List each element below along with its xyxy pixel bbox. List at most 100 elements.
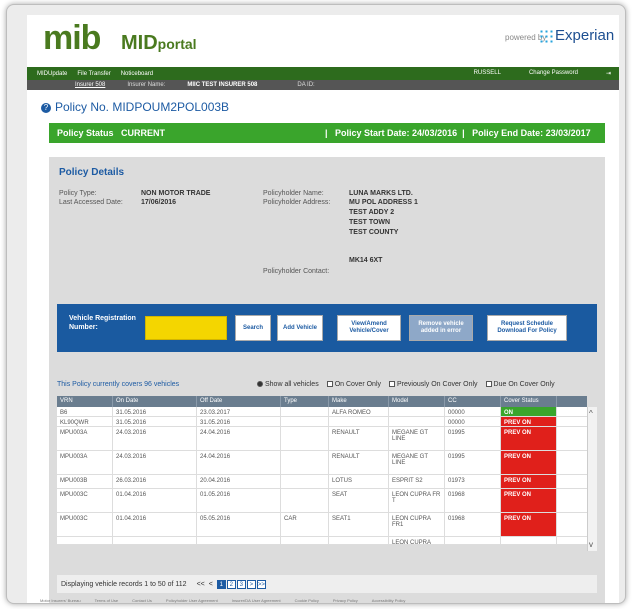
browser-frame: mib MIDportal powered by Experian MIDUpd… <box>6 4 626 604</box>
portal-page: mib MIDportal powered by Experian MIDUpd… <box>27 15 619 603</box>
request-schedule-button[interactable]: Request Schedule Download For Policy <box>487 315 567 341</box>
table-scrollbar[interactable]: ^ v <box>587 407 597 551</box>
cover-status-badge: PREV ON <box>501 489 557 512</box>
vehicle-search-panel: Vehicle Registration Number: Search Add … <box>57 304 597 352</box>
column-header[interactable]: Cover Status <box>501 396 557 407</box>
table-cell <box>281 451 329 474</box>
holder-contact-label: Policyholder Contact: <box>263 268 330 275</box>
footer-link[interactable]: Cookie Policy <box>295 598 319 603</box>
table-cell: ALFA ROMEO <box>329 407 389 416</box>
table-cell: MEGANE GT LINE <box>389 427 445 450</box>
experian-logo: Experian <box>539 27 614 44</box>
filter-on-cover[interactable]: On Cover Only <box>326 381 381 388</box>
footer-link[interactable]: Motor Insurers' Bureau <box>40 598 81 603</box>
footer-link[interactable]: Terms of Use <box>95 598 119 603</box>
policy-type-value: NON MOTOR TRADE <box>141 190 211 197</box>
table-cell: 00000 <box>445 407 501 416</box>
table-row[interactable]: B6 31.05.2016 23.03.2017 ALFA ROMEO 00000 ON <box>57 407 587 417</box>
table-row[interactable]: MPU003A 24.03.2016 24.04.2016 RENAULT MEGANE… <box>57 451 587 475</box>
filter-prev-cover-label: Previously On Cover Only <box>397 381 478 388</box>
cover-status-badge: PREV ON <box>501 451 557 474</box>
table-cell: 31.05.2016 <box>197 417 281 426</box>
last-accessed-label: Last Accessed Date: <box>59 199 123 206</box>
table-row[interactable]: MPU003A 24.03.2016 24.04.2016 RENAULT MEGANE… <box>57 427 587 451</box>
column-header[interactable]: CC <box>445 396 501 407</box>
table-cell <box>329 417 389 426</box>
table-cell: MPU003C <box>57 513 113 536</box>
table-row[interactable]: MPU003C 01.04.2016 01.05.2016 SEAT LEON CUPR… <box>57 489 587 513</box>
filter-due-cover[interactable]: Due On Cover Only <box>485 381 555 388</box>
filter-prev-cover[interactable]: Previously On Cover Only <box>389 381 478 388</box>
nav-item-file-transfer[interactable]: File Transfer <box>77 71 110 77</box>
table-cell: SEAT <box>329 489 389 512</box>
footer-link[interactable]: Accessibility Policy <box>372 598 406 603</box>
holder-address-line-3: TEST TOWN <box>349 219 391 226</box>
scroll-up-icon[interactable]: ^ <box>589 409 593 418</box>
help-icon[interactable]: ? <box>41 102 51 113</box>
holder-address-line-2: TEST ADDY 2 <box>349 209 395 216</box>
holder-address-label: Policyholder Address: <box>263 199 331 206</box>
table-row[interactable]: KL90QWR 31.05.2016 31.05.2016 00000 PREV ON <box>57 417 587 427</box>
pager-page-2[interactable]: 2 <box>226 579 236 589</box>
table-row[interactable]: LEON CUPRA <box>57 537 587 545</box>
table-cell: SEAT1 <box>329 513 389 536</box>
vrn-input[interactable] <box>145 316 227 340</box>
column-header[interactable]: Type <box>281 396 329 407</box>
pager-next[interactable]: > <box>246 579 256 589</box>
filter-show-all[interactable]: Show all vehicles <box>257 381 319 388</box>
scroll-down-icon[interactable]: v <box>589 540 593 549</box>
mib-logo: mib <box>43 19 101 57</box>
table-cell: 01.04.2016 <box>113 513 197 536</box>
user-name[interactable]: RUSSELL <box>474 70 501 77</box>
nav-item-midupdate[interactable]: MIDUpdate <box>37 71 67 77</box>
vehicle-table: VRN On Date Off Date Type Make Model CC Cover S… <box>57 396 587 545</box>
insurer-name-label: Insurer Name: <box>127 82 166 88</box>
pager-last[interactable]: >> <box>256 579 266 589</box>
experian-text: Experian <box>555 27 615 44</box>
add-vehicle-button[interactable]: Add Vehicle <box>277 315 323 341</box>
pager-first[interactable]: << <box>197 581 205 588</box>
table-row[interactable]: MPU003C 01.04.2016 05.05.2016 CAR SEAT1 LEON … <box>57 513 587 537</box>
footer-link[interactable]: Privacy Policy <box>333 598 358 603</box>
logout-icon[interactable]: ⇥ <box>606 70 611 77</box>
insurer-name: MIIC TEST INSURER 508 <box>187 82 258 88</box>
holder-address-line-1: MU POL ADDRESS 1 <box>349 199 418 206</box>
column-header[interactable]: Off Date <box>197 396 281 407</box>
table-cell <box>389 407 445 416</box>
column-header[interactable]: On Date <box>113 396 197 407</box>
pager-page-3[interactable]: 3 <box>236 579 246 589</box>
change-password-link[interactable]: Change Password <box>529 70 578 77</box>
column-header[interactable]: Make <box>329 396 389 407</box>
filter-on-cover-label: On Cover Only <box>334 381 381 388</box>
pager: Displaying vehicle records 1 to 50 of 11… <box>57 575 597 593</box>
nav-item-noticeboard[interactable]: Noticeboard <box>121 71 153 77</box>
table-cell: 24.04.2016 <box>197 451 281 474</box>
table-cell: 01.05.2016 <box>197 489 281 512</box>
policy-title: ? Policy No. MIDPOUM2POL003B <box>41 100 229 114</box>
view-amend-button[interactable]: View/Amend Vehicle/Cover <box>337 315 401 341</box>
table-cell: 01995 <box>445 451 501 474</box>
policy-status-bar: Policy Status CURRENT | Policy Start Dat… <box>49 123 605 143</box>
footer-link[interactable]: Contact Us <box>132 598 152 603</box>
holder-postcode: MK14 6XT <box>349 257 383 264</box>
column-header[interactable]: VRN <box>57 396 113 407</box>
insurer-link[interactable]: Insurer 508 <box>75 82 105 88</box>
cover-status-badge: PREV ON <box>501 475 557 488</box>
table-row[interactable]: MPU003B 26.03.2016 20.04.2016 LOTUS ESPRIT S… <box>57 475 587 489</box>
remove-vehicle-button[interactable]: Remove vehicle added in error <box>409 315 473 341</box>
cover-status-badge: PREV ON <box>501 417 557 426</box>
column-header[interactable]: Model <box>389 396 445 407</box>
table-cell: LEON CUPRA FR1 <box>389 513 445 536</box>
footer-link[interactable]: Insurer/DA User Agreement <box>232 598 281 603</box>
search-button[interactable]: Search <box>235 315 271 341</box>
pager-prev[interactable]: < <box>209 581 213 588</box>
table-cell: 31.05.2016 <box>113 417 197 426</box>
pager-page-1[interactable]: 1 <box>216 579 226 589</box>
footer-links: Motor Insurers' Bureau Terms of Use Contac… <box>0 598 632 603</box>
pager-text: Displaying vehicle records 1 to 50 of 11… <box>61 580 187 588</box>
table-cell <box>197 537 281 544</box>
top-nav-right: RUSSELL Change Password ⇥ <box>464 70 619 77</box>
table-cell: 01968 <box>445 489 501 512</box>
table-cell <box>113 537 197 544</box>
footer-link[interactable]: Policyholder User Agreement <box>166 598 218 603</box>
